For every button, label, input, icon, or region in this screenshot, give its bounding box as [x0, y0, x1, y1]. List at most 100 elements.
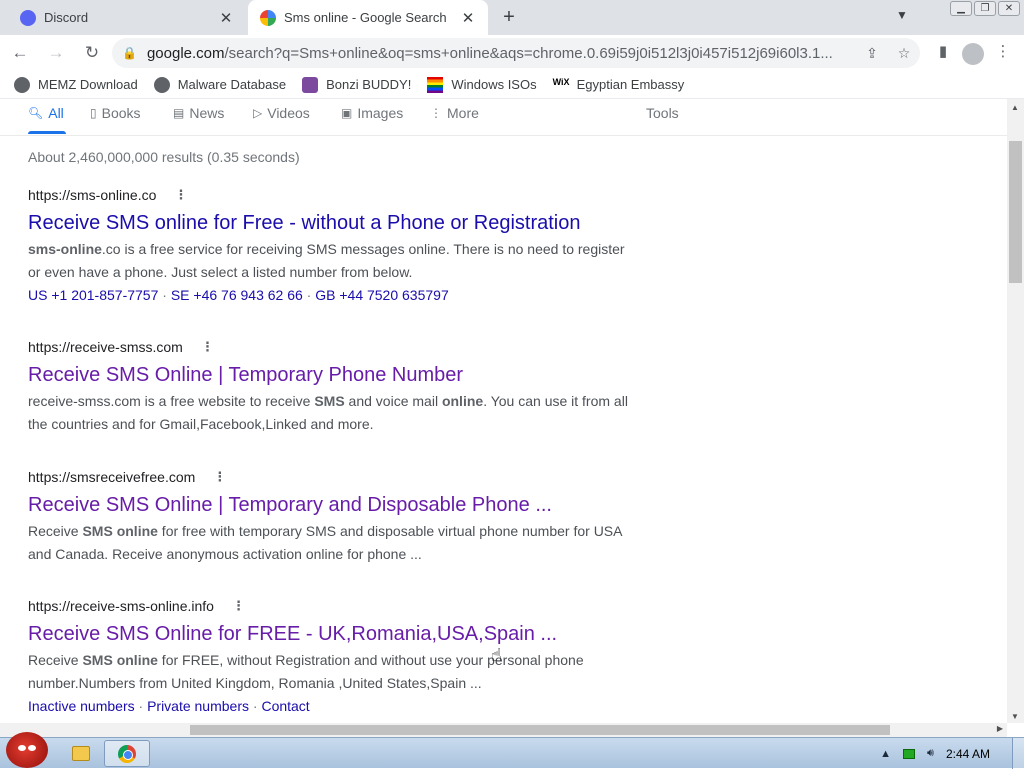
tab-images[interactable]: ▣ Images — [341, 105, 403, 121]
search-result: https://receive-sms-online.info ⋮ Receiv… — [28, 598, 628, 717]
snippet-text: Receive — [28, 652, 83, 668]
snippet-highlight: sms-online — [28, 241, 102, 257]
sitelink[interactable]: GB +44 7520 635797 — [315, 287, 449, 303]
tools-button[interactable]: Tools — [646, 105, 679, 121]
side-panel-icon[interactable]: ▮ — [930, 37, 956, 67]
tab-google-search[interactable]: Sms online - Google Search ✕ — [248, 0, 488, 35]
bookmark-bonzi-buddy[interactable]: Bonzi BUDDY! — [302, 76, 412, 93]
snippet-highlight: SMS — [314, 393, 345, 409]
window-controls: ▁ ❐ ✕ — [950, 1, 1020, 16]
tab-books[interactable]: ▯ Books — [90, 105, 141, 121]
scroll-right-arrow-icon[interactable]: ▶ — [997, 724, 1003, 733]
tab-strip: Discord ✕ Sms online - Google Search ✕ +… — [0, 0, 1024, 35]
result-title-link[interactable]: Receive SMS online for Free - without a … — [28, 210, 628, 236]
bookmark-memz-download[interactable]: MEMZ Download — [14, 76, 138, 93]
new-tab-button[interactable]: + — [498, 6, 520, 28]
result-snippet: receive-smss.com is a free website to re… — [28, 390, 628, 436]
bookmark-egyptian-embassy[interactable]: WiX Egyptian Embassy — [553, 77, 685, 93]
result-cite: https://sms-online.co — [28, 187, 157, 203]
snippet-text: receive-smss.com is a free website to re… — [28, 393, 315, 409]
start-button-angry-bird-icon[interactable] — [6, 732, 48, 768]
reload-button[interactable]: ↻ — [76, 37, 108, 69]
more-options-icon[interactable]: ⋮ — [232, 598, 245, 614]
show-desktop-button[interactable] — [1012, 738, 1024, 769]
url-host: google.com — [146, 44, 225, 62]
separator: · — [249, 698, 262, 714]
scrollbar-thumb[interactable] — [1009, 141, 1022, 283]
profile-avatar[interactable] — [962, 43, 984, 65]
hand-cursor-icon: ☝ — [491, 645, 502, 665]
result-sitelinks: Inactive numbers · Private numbers · Con… — [28, 695, 628, 717]
clock[interactable]: 2:44 AM — [946, 747, 990, 761]
bookmark-label: Bonzi BUDDY! — [326, 77, 412, 92]
lock-icon[interactable]: 🔒 — [122, 46, 137, 60]
tab-discord[interactable]: Discord ✕ — [8, 0, 246, 35]
eye-shape — [28, 745, 36, 751]
search-result: https://receive-smss.com ⋮ Receive SMS O… — [28, 339, 628, 436]
chrome-icon — [118, 744, 136, 763]
book-icon: ▯ — [90, 106, 97, 120]
play-icon: ▷ — [253, 106, 263, 120]
tab-label: All — [48, 105, 64, 121]
forward-button[interactable]: → — [40, 37, 72, 69]
close-icon[interactable]: ✕ — [460, 9, 476, 27]
bonzi-icon — [302, 76, 319, 93]
tab-label: Images — [357, 105, 404, 121]
show-hidden-icons-icon[interactable]: ▲ — [880, 748, 891, 760]
tab-news[interactable]: ▤ News — [173, 105, 224, 121]
result-url[interactable]: https://sms-online.co ⋮ — [28, 187, 628, 203]
sitelink[interactable]: Inactive numbers — [28, 698, 135, 714]
more-options-icon[interactable]: ⋮ — [213, 469, 226, 485]
result-title-link[interactable]: Receive SMS Online | Temporary Phone Num… — [28, 362, 628, 388]
scrollbar-thumb[interactable] — [190, 725, 890, 735]
scroll-up-arrow-icon[interactable]: ▲ — [1011, 103, 1019, 112]
snippet-text: Receive — [28, 523, 83, 539]
globe-icon — [14, 76, 30, 93]
back-button[interactable]: ← — [4, 37, 36, 69]
result-sitelinks: US +1 201-857-7757 · SE +46 76 943 62 66… — [28, 284, 628, 306]
address-bar[interactable]: 🔒 google.com/search?q=Sms+online&oq=sms+… — [112, 38, 920, 68]
url-text[interactable]: google.com/search?q=Sms+online&oq=sms+on… — [147, 45, 856, 62]
vertical-scrollbar[interactable]: ▲ ▼ — [1007, 99, 1024, 723]
taskbar-explorer[interactable] — [58, 740, 104, 767]
more-options-icon[interactable]: ⋮ — [174, 187, 187, 203]
separator: · — [158, 287, 171, 303]
close-icon[interactable]: ✕ — [218, 9, 234, 27]
sitelink[interactable]: US +1 201-857-7757 — [28, 287, 158, 303]
bookmark-malware-database[interactable]: Malware Database — [153, 76, 286, 93]
result-title-link[interactable]: Receive SMS Online | Temporary and Dispo… — [28, 492, 628, 518]
window-close-button[interactable]: ✕ — [998, 1, 1020, 16]
taskbar-chrome[interactable] — [104, 740, 150, 767]
sitelink[interactable]: SE +46 76 943 62 66 — [171, 287, 303, 303]
result-url[interactable]: https://receive-smss.com ⋮ — [28, 339, 628, 355]
tab-label: More — [447, 105, 479, 121]
menu-kebab-icon[interactable]: ⋮ — [990, 37, 1016, 67]
result-title-link[interactable]: Receive SMS Online for FREE - UK,Romania… — [28, 621, 628, 647]
tab-label: News — [189, 105, 225, 121]
volume-icon[interactable]: 🔊︎ — [927, 747, 934, 760]
bookmark-star-icon[interactable]: ☆ — [888, 45, 920, 62]
sitelink[interactable]: Contact — [261, 698, 309, 714]
network-icon[interactable] — [903, 748, 916, 759]
rainbow-flag-icon — [427, 76, 444, 93]
share-icon[interactable]: ⇪ — [856, 45, 888, 62]
tab-more[interactable]: ⋮ More — [430, 105, 479, 121]
minimize-button[interactable]: ▁ — [950, 1, 972, 16]
bookmark-windows-isos[interactable]: Windows ISOs — [427, 76, 537, 93]
result-url[interactable]: https://receive-sms-online.info ⋮ — [28, 598, 628, 614]
restore-button[interactable]: ❐ — [974, 1, 996, 16]
tab-videos[interactable]: ▷ Videos — [253, 105, 310, 121]
result-cite: https://receive-sms-online.info — [28, 598, 214, 614]
bookmarks-bar: MEMZ Download Malware Database Bonzi BUD… — [0, 71, 1024, 99]
chevron-down-icon[interactable]: ▼ — [896, 8, 908, 22]
snippet-highlight: SMS online — [82, 523, 158, 539]
google-icon — [260, 9, 276, 26]
folder-icon — [72, 746, 90, 761]
bookmark-label: MEMZ Download — [38, 77, 138, 92]
scroll-down-arrow-icon[interactable]: ▼ — [1011, 712, 1019, 721]
tab-all[interactable]: 🔍︎ All — [28, 105, 64, 121]
sitelink[interactable]: Private numbers — [147, 698, 249, 714]
horizontal-scrollbar[interactable]: ▶ — [0, 723, 1007, 737]
result-url[interactable]: https://smsreceivefree.com ⋮ — [28, 469, 628, 485]
more-options-icon[interactable]: ⋮ — [201, 339, 214, 355]
